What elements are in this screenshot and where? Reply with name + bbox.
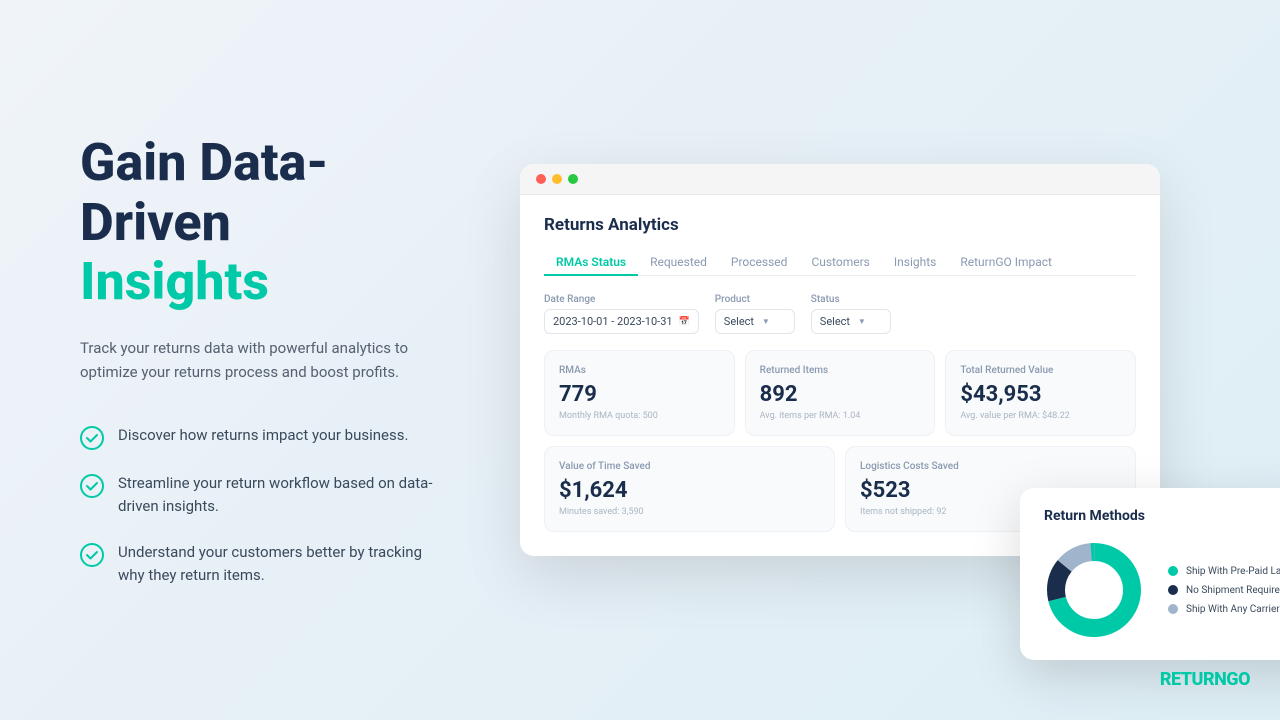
logo-text2: GO xyxy=(1226,669,1250,690)
dot-yellow xyxy=(552,174,562,184)
check-icon-2 xyxy=(80,474,104,498)
feature-item-2: Streamline your return workflow based on… xyxy=(80,472,460,519)
returngo-logo: RETURNGO xyxy=(1160,669,1250,690)
status-group: Status Select ▼ xyxy=(811,294,891,334)
legend-item-1: Ship With Pre-Paid Label xyxy=(1168,566,1280,577)
legend-label-3: Ship With Any Carrier xyxy=(1186,604,1280,615)
check-icon-1 xyxy=(80,426,104,450)
legend-item-3: Ship With Any Carrier xyxy=(1168,604,1280,615)
feature-item-3: Understand your customers better by trac… xyxy=(80,541,460,588)
analytics-title: Returns Analytics xyxy=(544,215,1136,235)
stat-returned-items-sub: Avg. items per RMA: 1.04 xyxy=(760,411,921,421)
tab-requested[interactable]: Requested xyxy=(638,249,719,275)
donut-chart xyxy=(1044,540,1144,640)
tab-processed[interactable]: Processed xyxy=(719,249,800,275)
feature-list: Discover how returns impact your busines… xyxy=(80,424,460,587)
right-panel: Returns Analytics RMAs Status Requested … xyxy=(520,0,1280,720)
subtitle: Track your returns data with powerful an… xyxy=(80,336,460,384)
status-select[interactable]: Select ▼ xyxy=(811,309,891,334)
legend-dot-1 xyxy=(1168,566,1178,576)
stat-time-saved-sub: Minutes saved: 3,590 xyxy=(559,507,820,517)
return-methods-title: Return Methods xyxy=(1044,508,1280,524)
browser-bar xyxy=(520,164,1160,195)
donut-svg xyxy=(1044,540,1144,640)
legend: Ship With Pre-Paid Label No Shipment Req… xyxy=(1168,566,1280,615)
date-range-group: Date Range 2023-10-01 - 2023-10-31 📅 xyxy=(544,294,699,334)
return-methods-content: Ship With Pre-Paid Label No Shipment Req… xyxy=(1044,540,1280,640)
feature-text-3: Understand your customers better by trac… xyxy=(118,541,448,588)
stat-total-value: Total Returned Value $43,953 Avg. value … xyxy=(945,350,1136,436)
date-range-value: 2023-10-01 - 2023-10-31 xyxy=(553,315,673,328)
feature-text-1: Discover how returns impact your busines… xyxy=(118,424,408,447)
logo-text1: RETURN xyxy=(1160,669,1226,690)
status-value: Select xyxy=(820,315,850,328)
date-range-label: Date Range xyxy=(544,294,699,305)
status-arrow: ▼ xyxy=(858,317,866,326)
tab-insights[interactable]: Insights xyxy=(882,249,948,275)
dot-red xyxy=(536,174,546,184)
stat-logistics-saved-label: Logistics Costs Saved xyxy=(860,461,1121,472)
legend-label-2: No Shipment Required xyxy=(1186,585,1280,596)
tab-customers[interactable]: Customers xyxy=(799,249,881,275)
legend-dot-3 xyxy=(1168,604,1178,614)
headline-line2: Insights xyxy=(80,252,460,312)
calendar-icon: 📅 xyxy=(679,317,690,327)
stats-grid: RMAs 779 Monthly RMA quota: 500 Returned… xyxy=(544,350,1136,436)
legend-label-1: Ship With Pre-Paid Label xyxy=(1186,566,1280,577)
stat-time-saved: Value of Time Saved $1,624 Minutes saved… xyxy=(544,446,835,532)
stat-rmas-value: 779 xyxy=(559,382,720,407)
stat-returned-items-value: 892 xyxy=(760,382,921,407)
stat-total-value-label: Total Returned Value xyxy=(960,365,1121,376)
stat-total-value-value: $43,953 xyxy=(960,382,1121,407)
stat-returned-items-label: Returned Items xyxy=(760,365,921,376)
product-group: Product Select ▼ xyxy=(715,294,795,334)
feature-text-2: Streamline your return workflow based on… xyxy=(118,472,448,519)
filters-row: Date Range 2023-10-01 - 2023-10-31 📅 Pro… xyxy=(544,294,1136,334)
date-range-input[interactable]: 2023-10-01 - 2023-10-31 📅 xyxy=(544,309,699,334)
check-icon-3 xyxy=(80,543,104,567)
feature-item-1: Discover how returns impact your busines… xyxy=(80,424,460,450)
legend-item-2: No Shipment Required xyxy=(1168,585,1280,596)
product-value: Select xyxy=(724,315,754,328)
legend-dot-2 xyxy=(1168,585,1178,595)
stat-rmas-sub: Monthly RMA quota: 500 xyxy=(559,411,720,421)
status-label: Status xyxy=(811,294,891,305)
stat-rmas-label: RMAs xyxy=(559,365,720,376)
dot-green xyxy=(568,174,578,184)
stat-rmas: RMAs 779 Monthly RMA quota: 500 xyxy=(544,350,735,436)
headline-line1: Gain Data-Driven xyxy=(80,133,460,253)
stat-total-value-sub: Avg. value per RMA: $48.22 xyxy=(960,411,1121,421)
stat-time-saved-value: $1,624 xyxy=(559,478,820,503)
stat-returned-items: Returned Items 892 Avg. items per RMA: 1… xyxy=(745,350,936,436)
tabs: RMAs Status Requested Processed Customer… xyxy=(544,249,1136,276)
left-panel: Gain Data-Driven Insights Track your ret… xyxy=(0,73,520,647)
product-label: Product xyxy=(715,294,795,305)
tab-returngo-impact[interactable]: ReturnGO Impact xyxy=(948,249,1064,275)
product-select[interactable]: Select ▼ xyxy=(715,309,795,334)
return-methods-card: Return Methods Ship With Pre-Paid Labe xyxy=(1020,488,1280,660)
stat-time-saved-label: Value of Time Saved xyxy=(559,461,820,472)
product-arrow: ▼ xyxy=(762,317,770,326)
tab-rmas-status[interactable]: RMAs Status xyxy=(544,249,638,275)
